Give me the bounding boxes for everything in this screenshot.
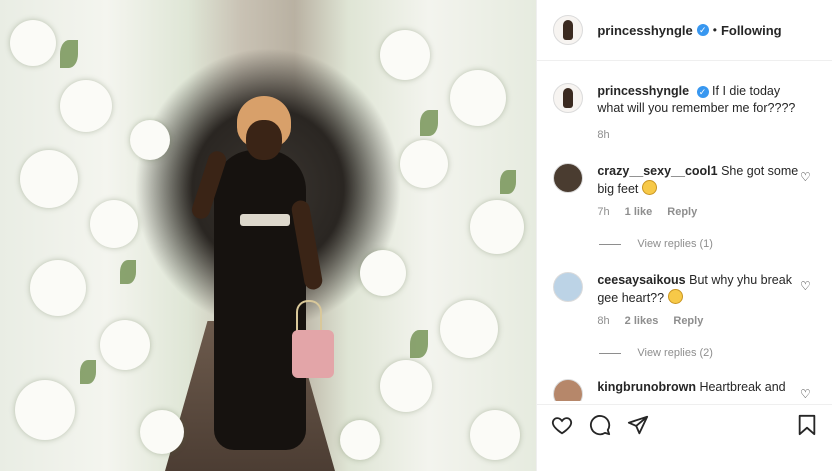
author-avatar[interactable]	[553, 83, 584, 113]
view-replies-label: View replies (1)	[637, 238, 713, 250]
comment-username[interactable]: crazy__sexy__cool1	[597, 164, 717, 178]
leaf	[410, 330, 428, 358]
comment-item: crazy__sexy__cool1 She got some big feet…	[537, 163, 832, 221]
verified-badge-icon: ✓	[696, 24, 709, 36]
flower	[60, 80, 112, 132]
flower	[10, 20, 56, 66]
caption: princesshyngle ✓ If I die today what wil…	[537, 83, 832, 144]
flower	[340, 420, 380, 460]
view-replies-button[interactable]: View replies (2)	[599, 347, 713, 359]
comment-icon[interactable]	[587, 412, 613, 438]
instagram-post: princesshyngle ✓ • Following princesshyn…	[0, 0, 832, 471]
flower	[470, 200, 524, 254]
comments-list[interactable]: princesshyngle ✓ If I die today what wil…	[537, 61, 832, 401]
comment-like-heart-icon[interactable]: ♡	[800, 387, 812, 401]
comment-like-heart-icon[interactable]: ♡	[800, 279, 812, 293]
comment-item: ceesaysaikous But why yhu break gee hear…	[537, 272, 832, 330]
commenter-avatar[interactable]	[553, 163, 584, 193]
paper-plane-icon[interactable]	[625, 412, 651, 438]
author-avatar[interactable]	[553, 15, 584, 45]
flower	[380, 30, 430, 80]
flower	[450, 70, 506, 126]
flower	[130, 120, 170, 160]
comment-likes[interactable]: 1 like	[625, 206, 653, 218]
flower	[140, 410, 184, 454]
comment-username[interactable]: kingbrunobrown	[597, 380, 696, 394]
leaf	[500, 170, 516, 194]
post-photo[interactable]	[0, 0, 537, 471]
comment-time[interactable]: 8h	[597, 315, 609, 327]
comment-item: kingbrunobrown Heartbreak and	[537, 379, 832, 401]
flower	[470, 410, 520, 460]
comment-time[interactable]: 7h	[597, 206, 609, 218]
view-replies-button[interactable]: View replies (1)	[599, 238, 713, 250]
reply-button[interactable]: Reply	[673, 315, 703, 327]
person-belt	[240, 214, 290, 226]
caption-username[interactable]: princesshyngle	[597, 84, 689, 98]
commenter-avatar[interactable]	[553, 272, 584, 302]
action-bar	[537, 404, 832, 445]
leaf	[420, 110, 438, 136]
flower	[20, 150, 78, 208]
comment-username[interactable]: ceesaysaikous	[597, 273, 685, 287]
leaf	[120, 260, 136, 284]
separator-dot: •	[712, 23, 717, 37]
reply-button[interactable]: Reply	[667, 206, 697, 218]
flower	[15, 380, 75, 440]
view-replies-label: View replies (2)	[637, 347, 713, 359]
author-username[interactable]: princesshyngle	[597, 23, 692, 38]
pleading-emoji-icon	[667, 289, 683, 304]
following-button[interactable]: Following	[721, 23, 782, 38]
pink-handbag	[292, 330, 334, 378]
comment-likes[interactable]: 2 likes	[625, 315, 659, 327]
flower	[380, 360, 432, 412]
flower	[400, 140, 448, 188]
flower	[360, 250, 406, 296]
person-dress	[214, 150, 306, 450]
flower	[440, 300, 498, 358]
replies-line	[599, 243, 622, 245]
commenter-avatar[interactable]	[553, 379, 584, 401]
person-face	[246, 120, 282, 160]
post-side-panel: princesshyngle ✓ • Following princesshyn…	[536, 0, 832, 471]
heart-icon[interactable]	[549, 412, 575, 438]
leaf	[80, 360, 96, 384]
replies-line	[599, 352, 622, 354]
leaf	[60, 40, 78, 68]
comment-text: Heartbreak and	[699, 380, 786, 394]
flower	[90, 200, 138, 248]
caption-time[interactable]: 8h	[597, 129, 609, 141]
verified-badge-icon: ✓	[696, 85, 709, 98]
post-header: princesshyngle ✓ • Following	[537, 0, 832, 61]
laughing-emoji-icon	[641, 180, 657, 195]
flower	[30, 260, 86, 316]
bookmark-icon[interactable]	[794, 412, 820, 438]
flower	[100, 320, 150, 370]
comment-like-heart-icon[interactable]: ♡	[800, 170, 812, 184]
